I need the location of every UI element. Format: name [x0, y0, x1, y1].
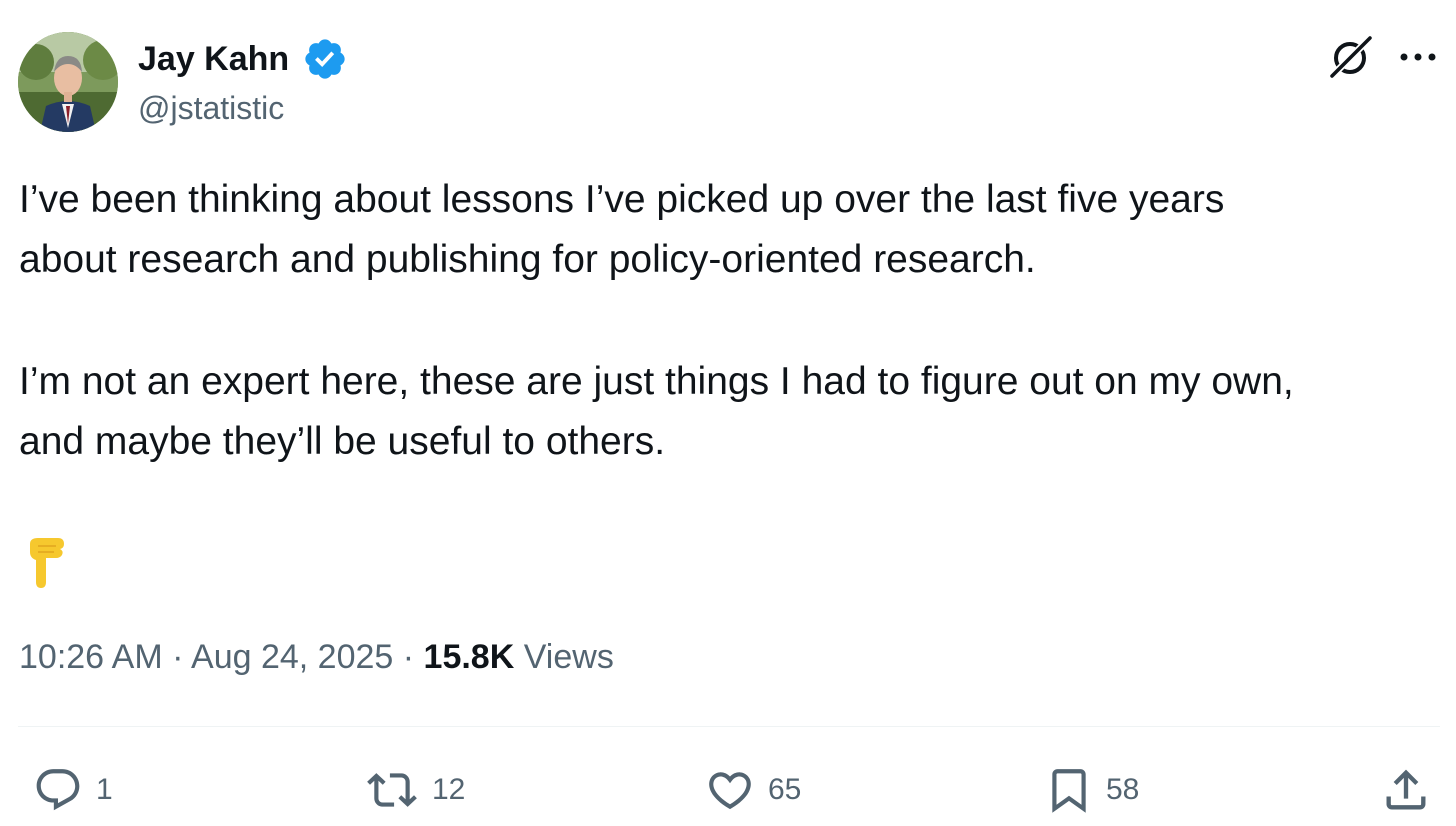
repost-count: 12 [432, 773, 466, 806]
reply-count: 1 [96, 773, 113, 806]
tweet-text-line: I’m not an expert here, these are just t… [19, 360, 1294, 403]
views-label[interactable]: Views [524, 638, 614, 676]
more-options-icon[interactable] [1396, 40, 1440, 74]
avatar[interactable] [18, 32, 118, 132]
share-button[interactable] [1380, 762, 1432, 818]
author-name[interactable]: Jay Kahn [138, 36, 289, 82]
tweet-time[interactable]: 10:26 AM [19, 638, 163, 676]
avatar-photo [18, 32, 118, 132]
reply-icon [36, 769, 80, 811]
like-button[interactable]: 65 [704, 762, 801, 818]
author-handle[interactable]: @jstatistic [138, 86, 284, 130]
pointing-down-emoji-icon [24, 536, 68, 590]
repost-icon [367, 773, 417, 807]
bookmark-button[interactable]: 58 [1044, 762, 1139, 818]
views-count[interactable]: 15.8K [424, 638, 515, 676]
grok-icon[interactable] [1326, 34, 1376, 80]
tweet-text-line: and maybe they’ll be useful to others. [19, 420, 666, 463]
share-icon [1386, 769, 1426, 810]
reply-button[interactable]: 1 [32, 762, 113, 818]
heart-icon [709, 772, 751, 810]
bookmark-icon [1052, 769, 1086, 813]
tweet-meta: 10:26 AM · Aug 24, 2025 · 15.8K Views [19, 634, 614, 680]
tweet-text-line: about research and publishing for policy… [19, 238, 1036, 281]
like-count: 65 [768, 773, 802, 806]
repost-button[interactable]: 12 [364, 762, 465, 818]
meta-separator: · [172, 638, 184, 676]
verified-badge-icon[interactable] [302, 36, 348, 82]
tweet-date[interactable]: Aug 24, 2025 [191, 638, 393, 676]
meta-separator: · [402, 638, 415, 676]
tweet-text-line: I’ve been thinking about lessons I’ve pi… [19, 178, 1225, 221]
divider [18, 726, 1440, 727]
tweet-card: Jay Kahn @jstatistic I’ve been thinking … [0, 0, 1456, 826]
bookmark-count: 58 [1106, 773, 1140, 806]
